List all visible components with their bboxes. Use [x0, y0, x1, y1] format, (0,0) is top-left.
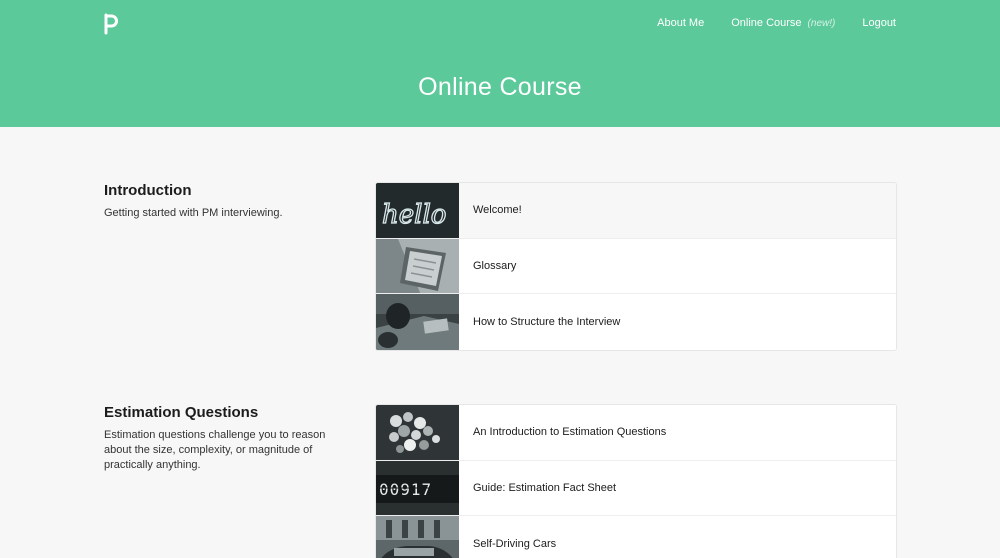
nav-online-course[interactable]: Online Course	[731, 17, 801, 29]
lesson-label: An Introduction to Estimation Questions	[473, 426, 667, 439]
lesson-thumbnail	[376, 405, 459, 460]
lesson-thumbnail	[376, 238, 459, 293]
lesson-thumbnail: 00917	[376, 460, 459, 515]
section-description: Getting started with PM interviewing.	[104, 207, 283, 219]
lesson-thumbnail	[376, 516, 459, 558]
lesson-label: Self-Driving Cars	[473, 537, 557, 550]
lesson-thumbnail: hello	[376, 183, 459, 238]
lesson-row-welcome[interactable]: hello Welcome!	[376, 183, 896, 239]
page-title: Online Course	[418, 73, 582, 101]
site-header: About Me Online Course (new!) Logout Onl…	[0, 0, 1000, 127]
top-nav: About Me Online Course (new!) Logout	[630, 17, 896, 29]
lesson-row-structure-interview[interactable]: How to Structure the Interview	[376, 294, 896, 350]
lesson-row-intro-estimation[interactable]: An Introduction to Estimation Questions	[376, 405, 896, 461]
section-title: Estimation Questions	[104, 404, 259, 421]
lesson-label: Guide: Estimation Fact Sheet	[473, 481, 617, 494]
logo-icon[interactable]	[103, 13, 119, 35]
lesson-row-fact-sheet[interactable]: 00917 Guide: Estimation Fact Sheet	[376, 460, 896, 516]
section-title: Introduction	[104, 182, 192, 199]
new-badge: (new!)	[807, 17, 836, 29]
nav-logout[interactable]: Logout	[862, 17, 896, 29]
lesson-list: An Introduction to Estimation Questions …	[375, 404, 897, 558]
lesson-label: Welcome!	[473, 204, 522, 217]
lesson-label: How to Structure the Interview	[473, 315, 621, 328]
lesson-list: hello Welcome! Glossary How to Structure…	[375, 182, 897, 351]
thumb-flip-digits: 00917	[379, 480, 432, 499]
section-description: Estimation questions challenge you to re…	[104, 429, 326, 471]
nav-about-me[interactable]: About Me	[657, 17, 704, 29]
lesson-label: Glossary	[473, 259, 517, 272]
lesson-row-glossary[interactable]: Glossary	[376, 238, 896, 294]
lesson-row-self-driving[interactable]: Self-Driving Cars	[376, 516, 896, 558]
lesson-thumbnail	[376, 294, 459, 350]
thumb-hello-text: hello	[382, 200, 446, 230]
